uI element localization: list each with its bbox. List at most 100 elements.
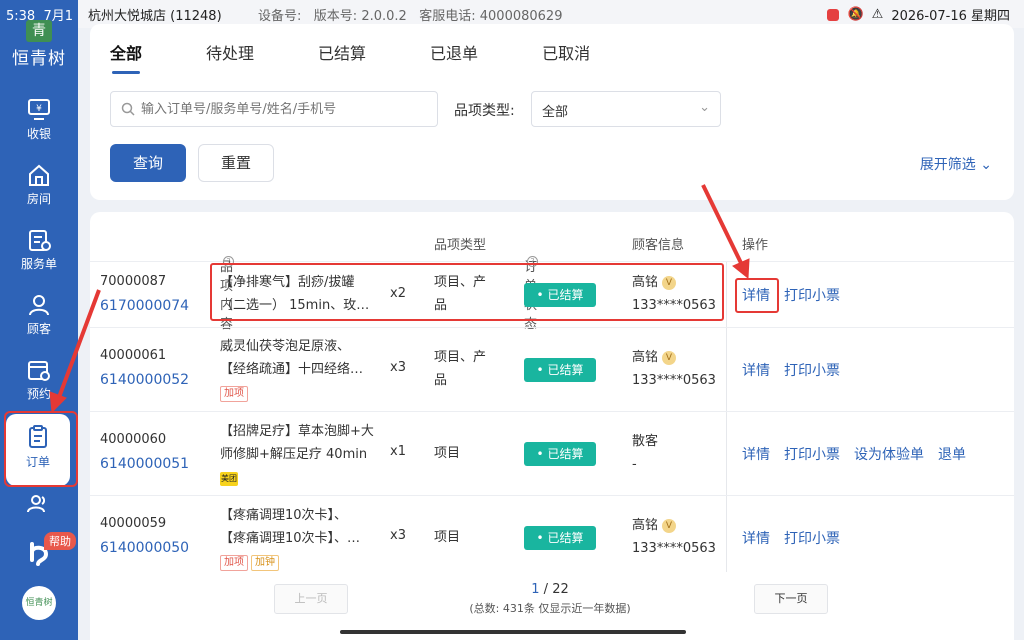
nav-room[interactable]: 房间: [0, 163, 78, 207]
category-value: 全部: [542, 105, 569, 120]
tag-add-item: 加项: [220, 386, 248, 402]
bottom-logo: 恒青树: [22, 586, 56, 620]
row-actions: 详情 打印小票: [742, 528, 854, 548]
tab-pending[interactable]: 待处理: [206, 40, 254, 74]
table-header: 品项内容? 品项类型 订单状态? 顾客信息 操作: [90, 212, 1014, 332]
staff-icon: [27, 495, 46, 513]
row-actions: 详情 打印小票: [742, 360, 854, 380]
calendar-icon: [28, 361, 50, 381]
brand-logo: 青 恒青树: [8, 20, 70, 69]
order-number: 40000059: [100, 516, 167, 531]
home-icon: [29, 164, 49, 186]
customer-info: 高铭 V 133****0563: [632, 350, 716, 388]
cashier-icon: ¥: [28, 99, 50, 120]
item-content: 威灵仙茯苓泡足原液、 【经络疏通】十四经络… 加项: [220, 335, 390, 404]
status-right: 🔕 ⚠ 2026-07-16 星期四: [827, 5, 1010, 24]
nav-customer[interactable]: 顾客: [0, 293, 78, 337]
help-badge[interactable]: 帮助: [44, 532, 76, 550]
nav-service-order[interactable]: 服务单: [0, 228, 78, 272]
tab-all[interactable]: 全部: [110, 40, 142, 74]
page-current: 1: [531, 582, 540, 597]
item-content: 【疼痛调理10次卡】、 【疼痛调理10次卡】、… 加项 加钟: [220, 504, 390, 573]
device-info: 设备号: 版本号: 2.0.0.2 客服电话: 4000080629: [258, 9, 563, 24]
order-number: 70000087: [100, 274, 167, 289]
table-row[interactable]: 40000060 6140000051 【招牌足疗】草本泡脚+大 师修脚+解压足疗…: [90, 412, 1014, 496]
tab-cancelled[interactable]: 已取消: [542, 40, 590, 74]
chevron-down-icon: ⌄: [980, 157, 992, 173]
nav-label: 预约: [26, 387, 51, 401]
search-field[interactable]: [110, 91, 438, 127]
print-receipt-link[interactable]: 打印小票: [784, 447, 840, 463]
annotation-box-order-nav: [4, 411, 78, 487]
row-actions: 详情 打印小票 设为体验单 退单: [742, 444, 980, 464]
status-badge: • 已结算: [524, 526, 596, 550]
order-number: 40000061: [100, 348, 167, 363]
tag-add-time: 加钟: [251, 555, 279, 571]
service-number[interactable]: 6140000050: [100, 540, 189, 556]
filter-card: 全部 待处理 已结算 已退单 已取消 品项类型: 全部 ⌄ 查询 重置 展开筛选…: [90, 24, 1014, 200]
header-customer: 顾客信息: [632, 238, 685, 253]
sidebar: 5:38 7月1 青 恒青树 ¥ 收银 房间 服务单 顾客 预约 订单 帮助 恒…: [0, 0, 78, 640]
item-type: 项目: [434, 530, 461, 545]
status-badge: • 已结算: [524, 442, 596, 466]
tab-refunded[interactable]: 已退单: [430, 40, 478, 74]
nav-appointment[interactable]: 预约: [0, 358, 78, 402]
search-input[interactable]: [141, 101, 421, 117]
next-page-button[interactable]: 下一页: [754, 584, 828, 614]
nav-label: 房间: [26, 192, 51, 206]
customer-icon: [29, 295, 49, 316]
print-receipt-link[interactable]: 打印小票: [784, 363, 840, 379]
svg-text:¥: ¥: [36, 104, 42, 114]
service-number[interactable]: 6140000052: [100, 372, 189, 388]
item-type: 项目: [434, 446, 461, 461]
nav-label: 服务单: [20, 257, 57, 271]
annotation-box-first-row: [210, 263, 724, 321]
customer-info: 高铭 V 133****0563: [632, 518, 716, 556]
nav-staff[interactable]: [0, 492, 78, 519]
prev-page-button[interactable]: 上一页: [274, 584, 348, 614]
page-total: 22: [552, 582, 569, 597]
item-type: 项目、产品: [434, 350, 487, 388]
nav-cashier[interactable]: ¥ 收银: [0, 98, 78, 142]
logo-mark-icon: 青: [26, 20, 52, 42]
brand-name: 恒青树: [12, 49, 66, 69]
item-content: 【招牌足疗】草本泡脚+大 师修脚+解压足疗 40min 美团: [220, 420, 390, 489]
service-number[interactable]: 6140000051: [100, 456, 189, 472]
header-ops: 操作: [742, 238, 769, 253]
print-receipt-link[interactable]: 打印小票: [784, 531, 840, 547]
service-order-icon: [29, 230, 51, 251]
order-tabs: 全部 待处理 已结算 已退单 已取消: [110, 40, 654, 74]
nav-label: 收银: [26, 127, 51, 141]
vip-badge: V: [662, 519, 677, 533]
customer-info: 散客 -: [632, 434, 659, 472]
detail-link[interactable]: 详情: [742, 363, 770, 379]
order-number: 40000060: [100, 432, 167, 447]
item-qty: x1: [390, 444, 406, 459]
nav-label: 顾客: [26, 322, 51, 336]
query-button[interactable]: 查询: [110, 144, 186, 182]
reset-button[interactable]: 重置: [198, 144, 274, 182]
refund-link[interactable]: 退单: [938, 447, 966, 463]
category-label: 品项类型:: [454, 103, 515, 119]
wifi-off-icon: ⚠: [871, 7, 884, 22]
table-row[interactable]: 40000059 6140000050 【疼痛调理10次卡】、 【疼痛调理10次卡…: [90, 496, 1014, 580]
vip-badge: V: [662, 351, 677, 365]
page-info: 1 / 22 (总数: 431条 仅显示近一年数据): [460, 582, 640, 616]
detail-link[interactable]: 详情: [742, 531, 770, 547]
category-select[interactable]: 全部 ⌄: [531, 91, 721, 127]
notification-icon: [827, 8, 840, 21]
item-qty: x3: [390, 528, 406, 543]
item-qty: x3: [390, 360, 406, 375]
annotation-box-detail: [735, 278, 779, 313]
search-icon: [121, 102, 135, 116]
expand-filter-button[interactable]: 展开筛选 ⌄: [920, 154, 992, 174]
print-receipt-link[interactable]: 打印小票: [784, 288, 840, 304]
page-summary: (总数: 431条 仅显示近一年数据): [469, 602, 631, 615]
mute-icon: 🔕: [847, 7, 864, 22]
table-row[interactable]: 40000061 6140000052 威灵仙茯苓泡足原液、 【经络疏通】十四经络…: [90, 328, 1014, 412]
tab-settled[interactable]: 已结算: [318, 40, 366, 74]
service-number[interactable]: 6170000074: [100, 298, 189, 314]
detail-link[interactable]: 详情: [742, 447, 770, 463]
set-trial-order-link[interactable]: 设为体验单: [854, 447, 924, 463]
header-type: 品项类型: [434, 238, 487, 253]
